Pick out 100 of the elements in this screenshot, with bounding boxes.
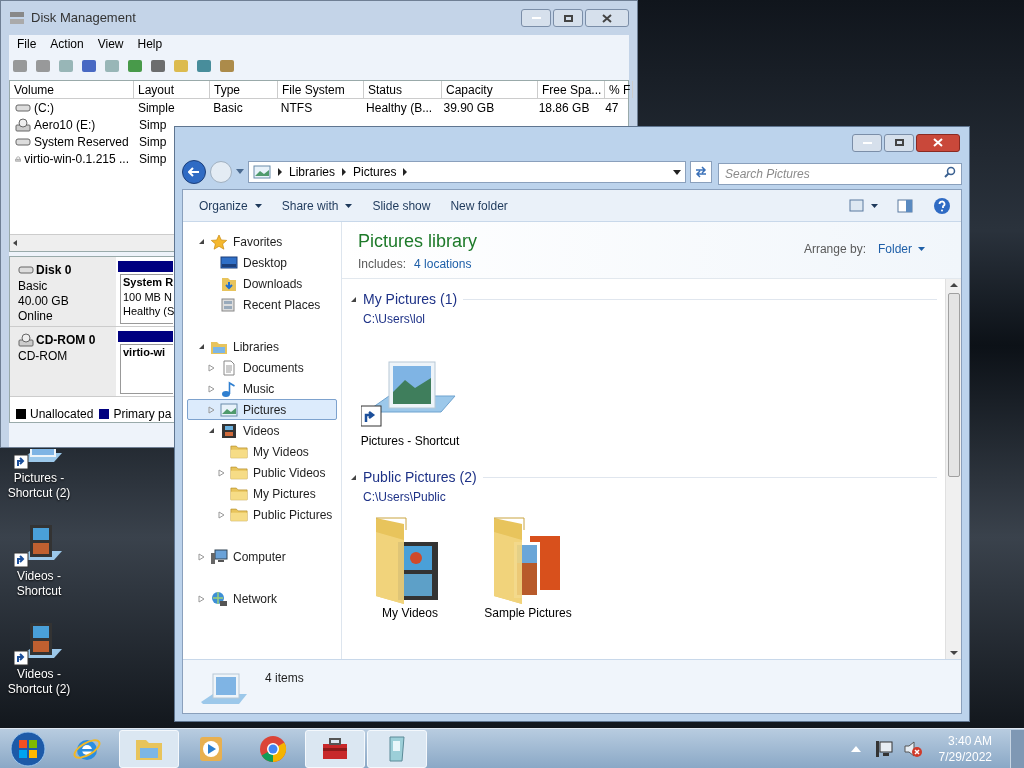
nav-item[interactable]: My Videos <box>187 441 337 462</box>
picture-icon <box>253 164 271 180</box>
file-item-label[interactable]: Pictures - Shortcut <box>360 434 460 449</box>
caret-icon <box>918 247 925 251</box>
recent-places-icon <box>220 296 238 313</box>
partition-block[interactable]: System R 100 MB N Healthy (S <box>120 274 173 324</box>
breadcrumb-arrow-icon[interactable] <box>278 168 282 176</box>
search-field[interactable]: Search Pictures <box>718 163 962 185</box>
collapsed-arrow-icon[interactable] <box>198 594 205 603</box>
column-header[interactable]: Volume <box>10 81 134 98</box>
table-cell: Aero10 (E:) <box>10 115 134 134</box>
partition-block[interactable]: virtio-wi <box>120 344 173 394</box>
column-header[interactable]: Status <box>364 81 442 98</box>
nav-item[interactable]: Public Videos <box>187 462 337 483</box>
group-header[interactable]: Public Pictures (2) <box>363 467 477 488</box>
chrome-browser-icon <box>258 733 288 764</box>
locations-link[interactable]: 4 locations <box>414 255 472 273</box>
table-cell: (C:) <box>10 98 133 117</box>
expanded-arrow-icon[interactable] <box>198 343 205 350</box>
nav-item[interactable]: Desktop <box>187 252 337 273</box>
desktop-icon <box>220 254 238 271</box>
collapsed-arrow-icon[interactable] <box>208 363 215 372</box>
nav-item[interactable]: Libraries <box>187 336 337 357</box>
breadcrumb-arrow-icon[interactable] <box>342 168 347 176</box>
table-cell: virtio-win-0.1.215 ... <box>10 149 134 168</box>
menu-item[interactable]: View <box>91 34 130 53</box>
scroll-down-arrow-icon[interactable] <box>949 651 958 655</box>
folder-icon <box>230 465 248 480</box>
desktop-icon-label[interactable]: Videos - Shortcut <box>2 569 76 599</box>
maximize-button[interactable] <box>553 9 583 27</box>
column-header[interactable]: % F <box>605 81 633 98</box>
scrollbar-left-arrow-icon[interactable] <box>13 240 17 246</box>
minimize-button[interactable] <box>852 133 882 152</box>
column-header[interactable]: Type <box>210 81 278 98</box>
scroll-up-arrow-icon[interactable] <box>949 283 958 287</box>
group-header[interactable]: My Pictures (1) <box>363 289 458 310</box>
nav-item[interactable]: Music <box>187 378 337 399</box>
scrollbar-thumb[interactable] <box>947 293 960 477</box>
nav-item[interactable]: Network <box>187 588 337 609</box>
close-button[interactable] <box>585 9 629 27</box>
close-icon <box>602 13 612 23</box>
column-header[interactable]: Layout <box>134 81 210 98</box>
file-item-label[interactable]: Sample Pictures <box>478 606 578 621</box>
close-button[interactable] <box>916 133 960 152</box>
help-icon[interactable] <box>933 196 951 215</box>
desktop-icon-label[interactable]: Videos - Shortcut (2) <box>2 667 76 697</box>
nav-item[interactable]: Pictures <box>187 399 337 420</box>
column-header[interactable]: Free Spa... <box>538 81 605 98</box>
nav-item[interactable]: Public Pictures <box>187 504 337 525</box>
toolbar-button[interactable]: New folder <box>440 193 518 218</box>
maximize-button[interactable] <box>884 133 914 152</box>
folder-icon <box>230 486 248 501</box>
film-strip-icon <box>220 422 238 439</box>
menu-item[interactable]: Help <box>131 34 169 53</box>
address-dropdown-icon[interactable] <box>673 169 681 175</box>
group-path: C:\Users\lol <box>363 311 426 328</box>
nav-item[interactable]: Computer <box>187 546 337 567</box>
collapsed-arrow-icon[interactable] <box>218 468 225 477</box>
breadcrumb-arrow-icon[interactable] <box>403 168 408 176</box>
expanded-arrow-icon[interactable] <box>350 296 357 303</box>
arrange-by-dropdown[interactable]: Folder <box>878 240 925 258</box>
network-computer-icon[interactable] <box>874 739 893 758</box>
partition-title: System R <box>123 275 174 291</box>
breadcrumb-item[interactable]: Pictures <box>353 163 397 181</box>
preview-pane-icon[interactable] <box>897 198 913 213</box>
column-header[interactable]: Capacity <box>442 81 538 98</box>
refresh-button[interactable] <box>690 161 712 183</box>
minimize-button[interactable] <box>521 9 551 27</box>
toolbar-button[interactable]: Share with <box>271 193 363 218</box>
search-icon[interactable] <box>944 166 956 178</box>
breadcrumb-item[interactable]: Libraries <box>289 163 336 181</box>
collapsed-arrow-icon[interactable] <box>208 405 215 414</box>
toolbar-button[interactable]: Slide show <box>362 193 441 218</box>
file-item-label[interactable]: My Videos <box>360 606 460 621</box>
music-note-icon <box>220 380 238 397</box>
expanded-arrow-icon[interactable] <box>198 238 205 245</box>
desktop-icon-label[interactable]: Pictures - Shortcut (2) <box>2 471 76 501</box>
menu-item[interactable]: Action <box>44 34 90 53</box>
expanded-arrow-icon[interactable] <box>208 427 215 434</box>
nav-item[interactable]: Documents <box>187 357 337 378</box>
nav-item[interactable]: Recent Places <box>187 294 337 315</box>
vertical-scrollbar[interactable] <box>945 279 961 659</box>
nav-item[interactable]: Favorites <box>187 231 337 252</box>
column-header[interactable]: File System <box>278 81 364 98</box>
speaker-muted-icon[interactable] <box>902 739 923 758</box>
expanded-arrow-icon[interactable] <box>350 474 357 481</box>
view-options-icon[interactable] <box>849 198 879 213</box>
collapsed-arrow-icon[interactable] <box>208 384 215 393</box>
menu-item[interactable]: File <box>11 34 43 53</box>
back-button[interactable] <box>182 160 206 184</box>
taskbar-button[interactable] <box>305 729 365 768</box>
collapsed-arrow-icon[interactable] <box>198 552 205 561</box>
nav-item[interactable]: My Pictures <box>187 483 337 504</box>
table-cell-text: NTFS <box>279 99 314 117</box>
toolbar-button[interactable]: Organize <box>189 193 272 218</box>
history-dropdown-icon[interactable] <box>236 169 244 175</box>
collapsed-arrow-icon[interactable] <box>218 510 225 519</box>
address-bar[interactable]: Libraries Pictures <box>248 161 686 183</box>
nav-item[interactable]: Videos <box>187 420 337 441</box>
nav-item[interactable]: Downloads <box>187 273 337 294</box>
